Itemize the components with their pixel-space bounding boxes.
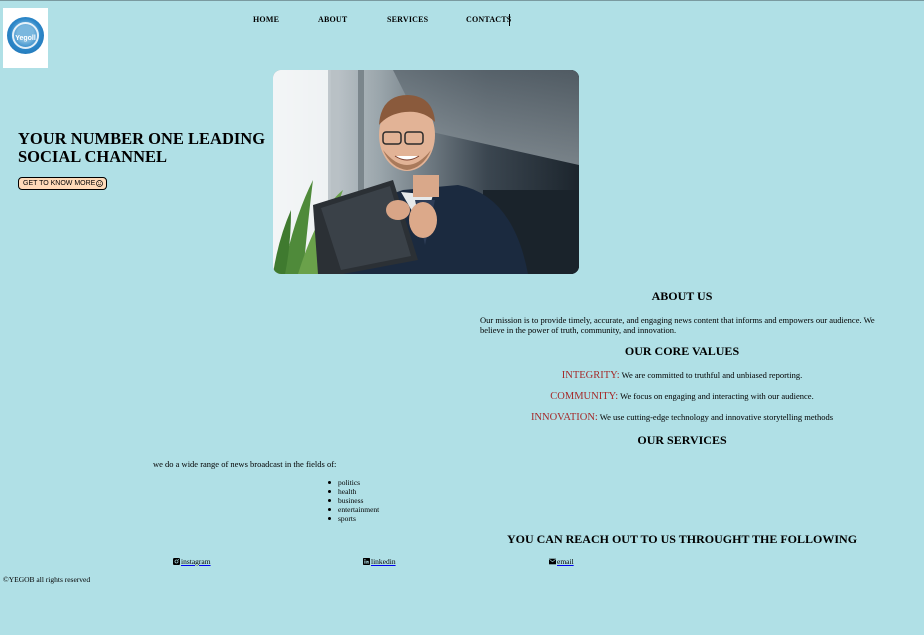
top-border: [0, 0, 924, 1]
instagram-link[interactable]: instagram: [173, 557, 211, 566]
services-list: politics health business entertainment s…: [327, 478, 380, 523]
headset-logo-icon: Yegoll: [7, 17, 44, 54]
list-item: business: [327, 496, 379, 505]
instagram-icon: [173, 558, 180, 565]
email-link[interactable]: email: [549, 557, 574, 566]
button-label: GET TO KNOW MORE: [23, 180, 96, 187]
list-item: politics: [327, 478, 379, 487]
about-heading: ABOUT US: [651, 289, 713, 303]
get-to-know-more-button[interactable]: GET TO KNOW MORE: [18, 177, 108, 190]
value-name: INTEGRITY:: [561, 370, 620, 381]
services-intro: we do a wide range of news broadcast in …: [153, 459, 337, 469]
list-item: health: [327, 487, 379, 496]
instagram-label: instagram: [181, 557, 211, 566]
logo-text: Yegoll: [15, 35, 36, 42]
value-name: COMMUNITY:: [550, 391, 619, 402]
nav-contacts[interactable]: CONTACTS: [466, 15, 511, 24]
list-item: sports: [327, 514, 379, 523]
value-community: COMMUNITY: We focus on engaging and inte…: [480, 391, 884, 402]
smiley-icon: [96, 180, 104, 187]
contact-heading: YOU CAN REACH OUT TO US THROUGHT THE FOL…: [506, 532, 858, 546]
logo[interactable]: Yegoll: [3, 8, 48, 68]
linkedin-icon: [363, 558, 370, 565]
nav-services[interactable]: SERVICES: [387, 15, 428, 24]
value-text: We are committed to truthful and unbiase…: [619, 370, 803, 380]
envelope-icon: [549, 558, 556, 565]
value-integrity: INTEGRITY: We are committed to truthful …: [480, 370, 884, 381]
hero-image: [273, 70, 579, 274]
email-label: email: [557, 557, 574, 566]
core-values-heading: OUR CORE VALUES: [624, 344, 740, 358]
man-with-tablet-image: [273, 70, 579, 274]
text-cursor: [509, 14, 510, 26]
value-innovation: INNOVATION: We use cutting-edge technolo…: [480, 412, 884, 423]
footer-copyright: ©YEGOB all rights reserved: [3, 575, 91, 584]
mission-text: Our mission is to provide timely, accura…: [480, 315, 875, 335]
value-name: INNOVATION:: [530, 412, 598, 423]
nav-about[interactable]: ABOUT: [318, 15, 347, 24]
list-item: entertainment: [327, 505, 380, 514]
value-text: We focus on engaging and interacting wit…: [618, 391, 814, 401]
linkedin-label: linkedin: [371, 557, 396, 566]
linkedin-link[interactable]: linkedin: [363, 557, 396, 566]
value-text: We use cutting-edge technology and innov…: [597, 412, 834, 422]
hero-title: YOUR NUMBER ONE LEADING SOCIAL CHANNEL: [18, 129, 266, 166]
nav-home[interactable]: HOME: [253, 15, 279, 24]
services-heading: OUR SERVICES: [637, 433, 727, 447]
